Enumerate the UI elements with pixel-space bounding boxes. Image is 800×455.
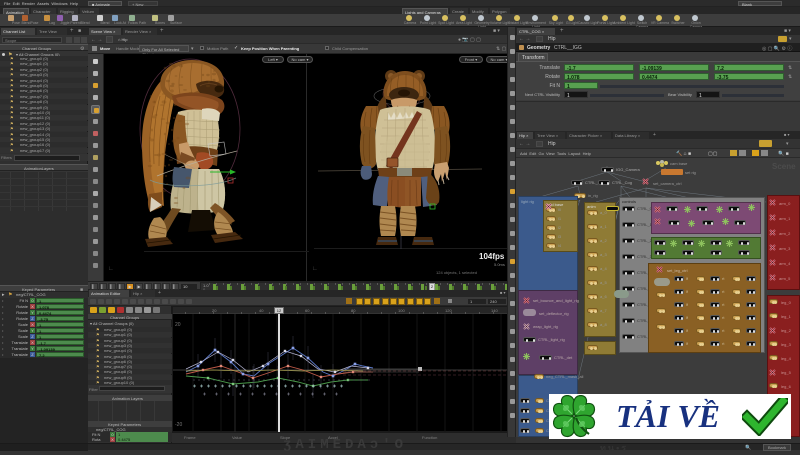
svg-text:20: 20 xyxy=(175,322,181,328)
svg-text:-20: -20 xyxy=(175,422,182,428)
